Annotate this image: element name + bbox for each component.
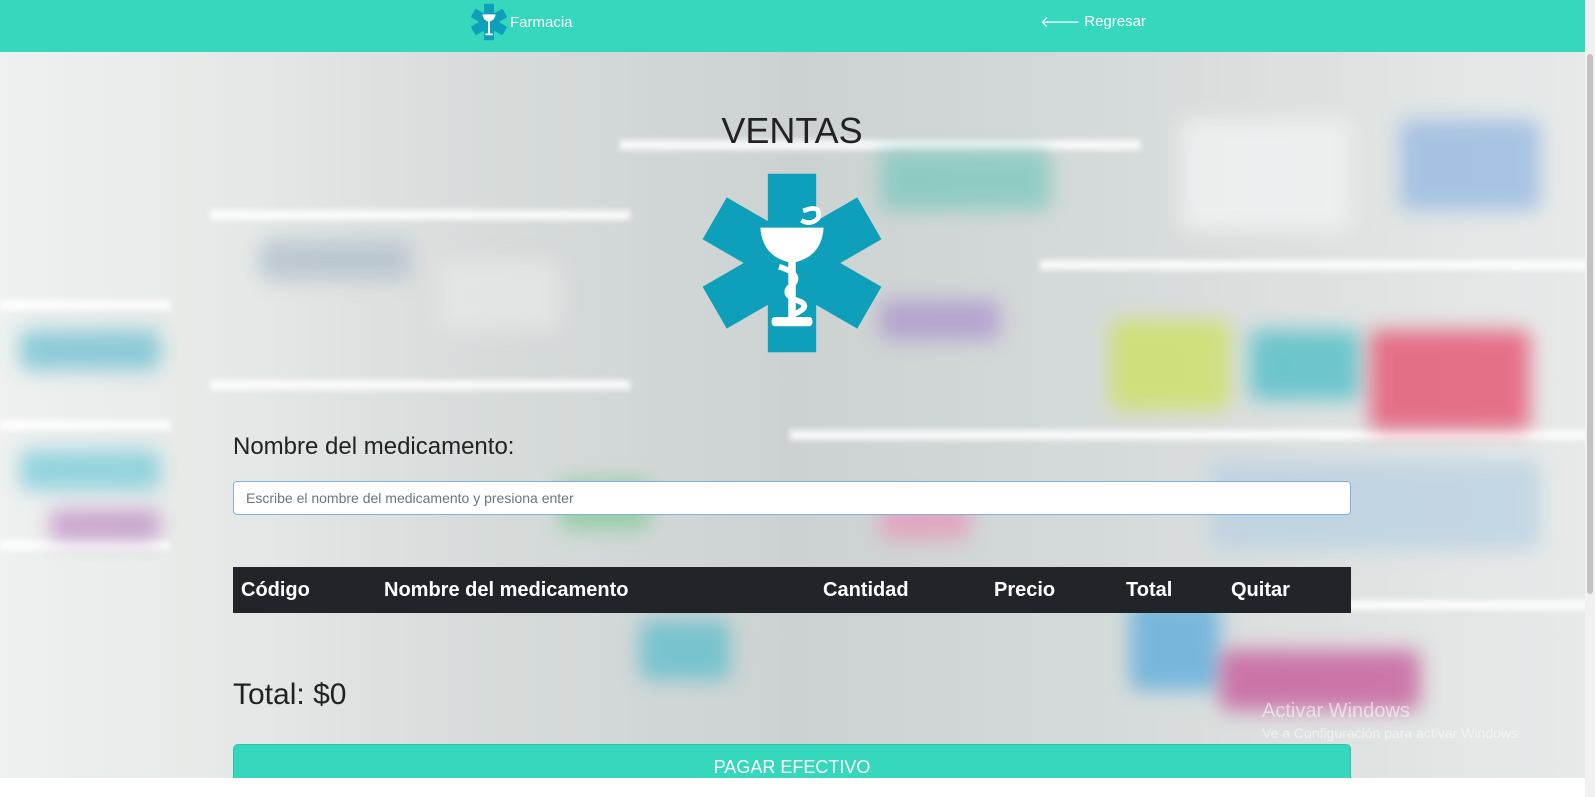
windows-activation-watermark: Activar Windows Ve a Configuración para … [1262,700,1522,741]
total-value: $0 [313,678,347,711]
back-label: Regresar [1084,13,1146,30]
sale-total: Total: $0 [233,678,346,712]
page-title: VENTAS [721,110,863,151]
column-header-code: Código [241,579,310,601]
column-header-remove: Quitar [1231,579,1290,601]
star-of-life-logo [702,173,882,353]
total-label: Total: [233,678,305,711]
arrow-left-icon: 🡐 [1040,13,1081,31]
star-of-life-icon [471,3,507,41]
watermark-title: Activar Windows [1262,700,1410,722]
scrollbar-thumb[interactable] [1587,54,1593,594]
watermark-subtitle: Ve a Configuración para activar Windows. [1262,725,1522,741]
search-label: Nombre del medicamento: [233,433,515,460]
column-header-name: Nombre del medicamento [384,579,629,601]
brand-link[interactable]: Farmacia [470,3,573,41]
brand-label: Farmacia [510,13,573,31]
navbar: Farmacia 🡐 Regresar [0,0,1595,52]
column-header-price: Precio [994,579,1056,601]
medicine-search-input[interactable] [233,481,1351,515]
column-header-total: Total [1126,579,1173,601]
column-header-quantity: Cantidad [823,579,909,601]
back-button[interactable]: 🡐 Regresar [1040,12,1146,31]
sales-table-header: Código Nombre del medicamento Cantidad P… [233,567,1351,613]
vertical-scrollbar[interactable] [1585,0,1595,797]
bottom-edge [0,778,1585,797]
